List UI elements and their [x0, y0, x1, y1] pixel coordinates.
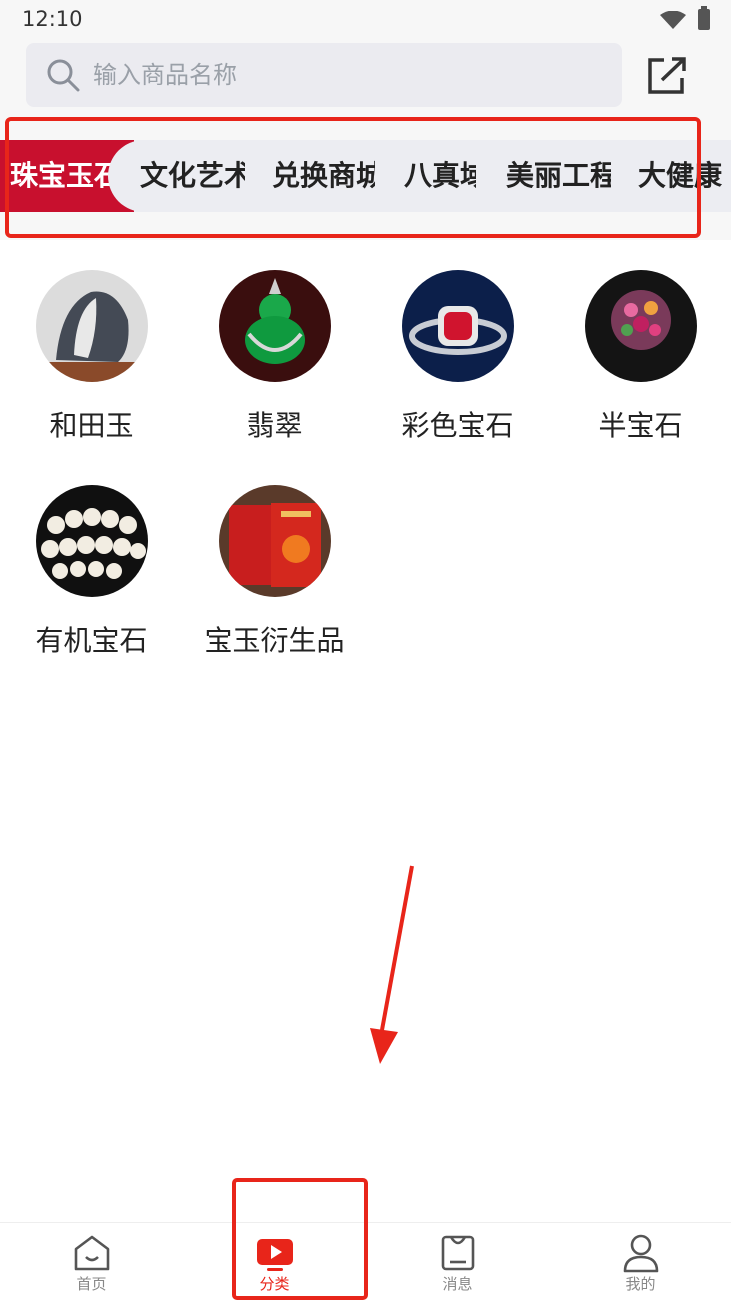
- nav-label: 消息: [442, 1275, 473, 1293]
- pearl-necklace-photo: [35, 485, 148, 597]
- category-label: 半宝石: [598, 409, 683, 442]
- nav-messages[interactable]: 消息: [366, 1223, 549, 1304]
- nav-profile[interactable]: 我的: [549, 1223, 731, 1304]
- nav-label: 我的: [625, 1275, 656, 1293]
- hetian-jade-photo: [35, 270, 148, 382]
- category-label: 宝玉衍生品: [204, 624, 345, 657]
- category-label: 有机宝石: [35, 624, 148, 657]
- search-input[interactable]: [93, 43, 593, 107]
- gemstone-ring-photo: [584, 270, 697, 382]
- battery-icon: [698, 6, 710, 30]
- category-item-hetian[interactable]: 和田玉: [0, 270, 183, 444]
- category-label: 和田玉: [49, 409, 134, 442]
- annotation-box-nav: [232, 1178, 368, 1300]
- annotation-arrow: [370, 865, 414, 1064]
- nav-label: 首页: [76, 1275, 107, 1293]
- ruby-ring-photo: [401, 270, 514, 382]
- category-label: 翡翠: [246, 409, 303, 442]
- category-item-jadeite[interactable]: 翡翠: [183, 270, 366, 444]
- jadeite-buddha-photo: [218, 270, 331, 382]
- status-bar: 12:10: [0, 0, 731, 40]
- category-item-derivative[interactable]: 宝玉衍生品: [183, 485, 366, 659]
- status-time: 12:10: [22, 7, 83, 31]
- category-label: 彩色宝石: [401, 409, 514, 442]
- category-item-organic-gem[interactable]: 有机宝石: [0, 485, 183, 659]
- wifi-icon: [660, 11, 686, 29]
- message-bag-icon: [441, 1235, 475, 1271]
- category-item-colored-gem[interactable]: 彩色宝石: [366, 270, 549, 444]
- search-icon: [47, 59, 80, 92]
- search-bar[interactable]: [26, 43, 622, 107]
- category-item-semi-precious[interactable]: 半宝石: [549, 270, 731, 444]
- share-icon[interactable]: [646, 56, 688, 96]
- nav-home[interactable]: 首页: [0, 1223, 183, 1304]
- annotation-box-tabs: [5, 117, 701, 238]
- gift-box-photo: [218, 485, 331, 597]
- profile-icon: [623, 1234, 659, 1273]
- home-icon: [74, 1235, 110, 1271]
